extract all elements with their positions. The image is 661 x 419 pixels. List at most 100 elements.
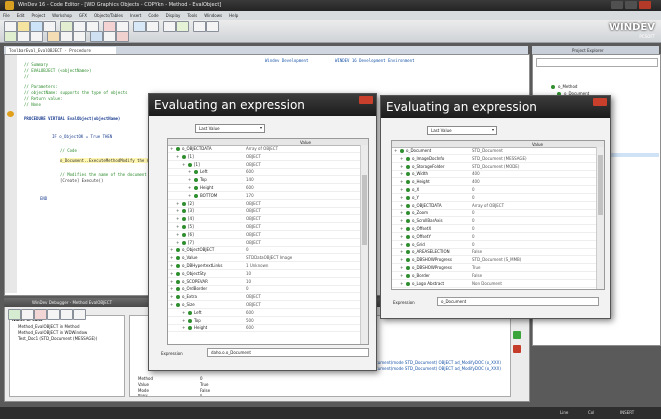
menu-objects[interactable]: Objects/Tables (94, 13, 123, 18)
step-over-debug-icon[interactable] (60, 309, 73, 320)
menu-insert[interactable]: Insert (130, 13, 141, 18)
go-icon[interactable] (176, 21, 189, 32)
grid-row[interactable]: + o_X 0 (392, 187, 596, 194)
dialog-close-button[interactable] (359, 96, 373, 104)
stack-icon[interactable] (73, 31, 86, 42)
watch-icon[interactable] (60, 31, 73, 42)
expand-icon[interactable]: + (176, 208, 179, 213)
grid-row[interactable]: + BOTTOM 170 (168, 193, 360, 200)
grid-row[interactable]: + o_OBJECTDATA Array of OBJECT (392, 203, 596, 210)
expand-icon[interactable]: + (170, 294, 173, 299)
expression-tree-grid[interactable]: Value + o_OBJECTDATA Array of OBJECT + [1] OB… (167, 138, 369, 345)
grid-row[interactable]: + Left 600 (168, 310, 360, 317)
expand-icon[interactable]: + (400, 156, 403, 161)
expand-icon[interactable]: + (400, 242, 403, 247)
expand-icon[interactable]: + (400, 218, 403, 223)
tree-root[interactable]: o_Method (558, 84, 577, 89)
step-out-debug-icon[interactable] (73, 309, 86, 320)
tool-icon[interactable] (206, 21, 219, 32)
expand-icon[interactable]: + (176, 240, 179, 245)
grid-row[interactable]: + o_Zoom 0 (392, 210, 596, 218)
scrollbar-thumb[interactable] (598, 155, 603, 215)
grid-row[interactable]: + o_Value STDDataOBJECT Image (168, 255, 360, 263)
pause-icon[interactable] (21, 309, 34, 320)
value-mode-select[interactable]: Last Value ▾ (427, 126, 497, 135)
grid-row[interactable]: + o_ScrollBarAxis 0 (392, 218, 596, 226)
grid-row[interactable]: + o_Y 0 (392, 195, 596, 202)
expand-icon[interactable]: + (400, 195, 403, 200)
stop-icon[interactable] (116, 31, 129, 42)
menu-workshop[interactable]: Workshop (52, 13, 72, 18)
grid-row[interactable]: + o_OffsetX 0 (392, 226, 596, 233)
grid-row[interactable]: + o_Logo Abstract Non Document (392, 281, 596, 288)
expand-icon[interactable]: + (170, 286, 173, 291)
expand-icon[interactable]: + (400, 257, 403, 262)
grid-row[interactable]: + Left 600 (168, 169, 360, 177)
grid-row[interactable]: + o_Grid 0 (392, 242, 596, 249)
grid-row[interactable]: + o_DBSHOWProgress STD_Document (S_MMB) (392, 257, 596, 265)
run-icon[interactable] (133, 21, 146, 32)
expand-icon[interactable]: + (400, 210, 403, 215)
grid-row[interactable]: + [5] OBJECT (168, 224, 360, 231)
expand-icon[interactable]: + (176, 154, 179, 159)
value-mode-select[interactable]: Last Value ▾ (195, 124, 265, 133)
menu-tools[interactable]: Tools (187, 13, 197, 18)
grid-row[interactable]: + o_DBSHOWProgress True (392, 265, 596, 272)
grid-row[interactable]: + Top 500 (168, 318, 360, 325)
expand-icon[interactable]: + (182, 310, 185, 315)
grid-row[interactable]: + Top 140 (168, 177, 360, 185)
grid-row[interactable]: + [7] OBJECT (168, 240, 360, 247)
menu-windows[interactable]: Windows (204, 13, 222, 18)
expand-icon[interactable]: + (188, 193, 191, 198)
grid-row[interactable]: + [4] OBJECT (168, 216, 360, 224)
step-into-icon[interactable] (47, 309, 60, 320)
expand-icon[interactable]: + (176, 232, 179, 237)
call-stack-item[interactable]: Method_EvalOBJECT in WDWindow (18, 330, 87, 335)
expand-icon[interactable]: + (170, 263, 173, 268)
debug-icon[interactable] (146, 21, 159, 32)
find-icon[interactable] (163, 21, 176, 32)
menu-edit[interactable]: Edit (17, 13, 25, 18)
grid-row[interactable]: + o_ImageDocInfo STD_Document (MESSAGE) (392, 156, 596, 163)
step-over-icon[interactable] (17, 31, 30, 42)
grid-row[interactable]: + o_DBHypertextLinks 1 Unknown (168, 263, 360, 270)
call-stack-item[interactable]: Method_EvalOBJECT in Method (18, 324, 80, 329)
step-out-icon[interactable] (30, 31, 43, 42)
expression-input[interactable]: o_Document (437, 297, 599, 306)
explorer-search-input[interactable] (536, 58, 658, 67)
expand-icon[interactable]: + (400, 265, 403, 270)
expand-icon[interactable]: + (400, 273, 403, 278)
expand-icon[interactable]: + (170, 146, 173, 151)
step-icon[interactable] (4, 31, 17, 42)
grid-row[interactable]: + o_Size OBJECT (168, 302, 360, 309)
options-icon[interactable] (193, 21, 206, 32)
expand-icon[interactable]: + (400, 234, 403, 239)
expand-icon[interactable]: + (400, 179, 403, 184)
menu-display[interactable]: Display (166, 13, 181, 18)
grid-row[interactable]: + [6] OBJECT (168, 232, 360, 239)
expand-icon[interactable]: + (182, 325, 185, 330)
expand-icon[interactable]: + (394, 148, 397, 153)
dialog-close-button[interactable] (593, 98, 607, 106)
expand-icon[interactable]: + (182, 162, 185, 167)
minimize-button[interactable] (611, 1, 623, 9)
report-icon[interactable] (103, 31, 116, 42)
grid-row[interactable]: + Height 600 (168, 185, 360, 192)
expand-icon[interactable]: + (170, 279, 173, 284)
grid-row[interactable]: + o_OBJECTDATA Array of OBJECT (168, 146, 360, 153)
grid-row[interactable]: + o_AREASELECTION False (392, 249, 596, 257)
menu-file[interactable]: File (3, 13, 10, 18)
grid-row[interactable]: + [3] OBJECT (168, 208, 360, 216)
expand-icon[interactable]: + (188, 177, 191, 182)
grid-row[interactable]: + [1] OBJECT (168, 154, 360, 161)
grid-row[interactable]: + o_SCOPEVAR 10 (168, 279, 360, 286)
expression-input[interactable]: daho.o.o_Document (207, 348, 369, 357)
menu-help[interactable]: Help (229, 13, 238, 18)
grid-scrollbar[interactable] (360, 145, 368, 344)
call-stack-list[interactable]: Name of calls Method_EvalOBJECT in Metho… (9, 315, 125, 397)
expand-icon[interactable]: + (170, 255, 173, 260)
grid-row[interactable]: + o_StorageFolder STD_Document (MODE) (392, 164, 596, 171)
delete-watch-icon[interactable] (513, 345, 521, 353)
expand-icon[interactable]: + (400, 164, 403, 169)
grid-row[interactable]: + o_ObjectOBJECT 0 (168, 247, 360, 255)
